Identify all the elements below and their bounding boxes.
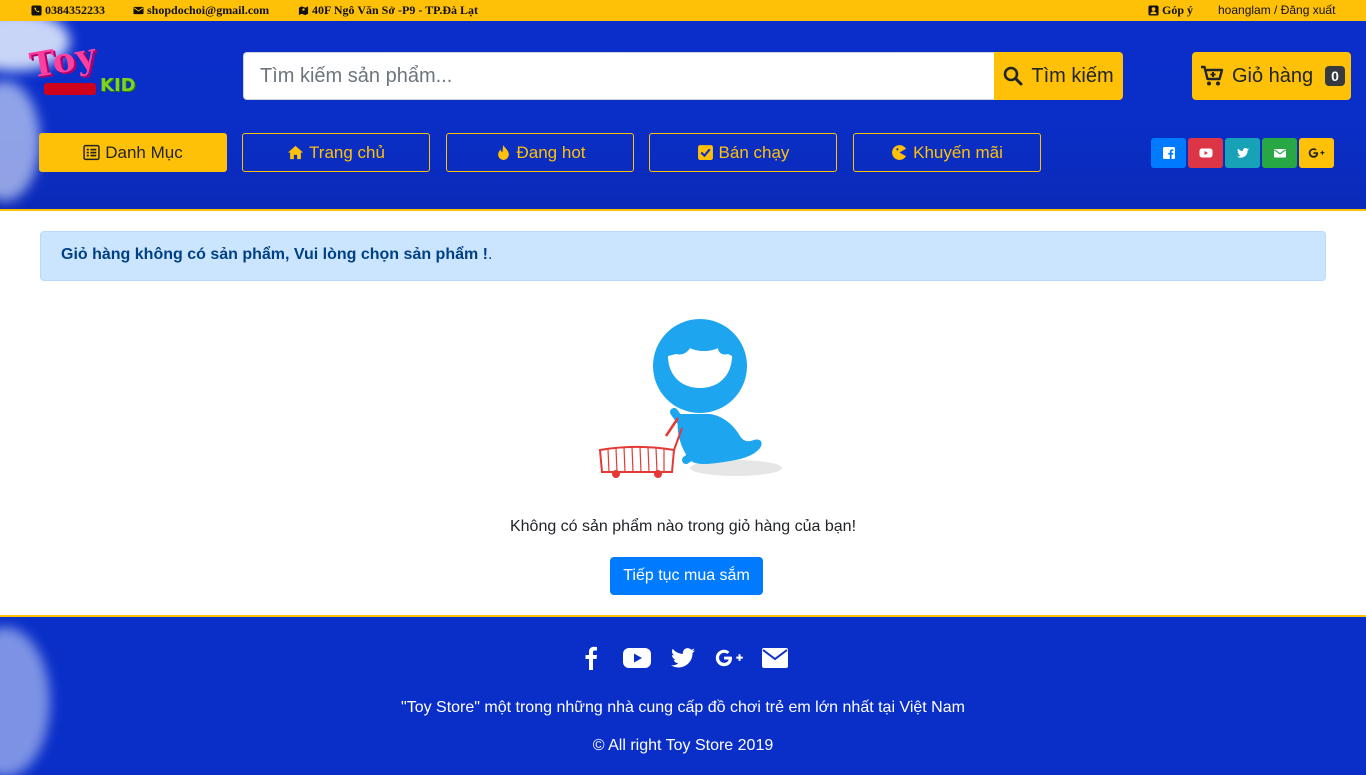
site-header: Toy KID Tìm kiếm Giỏ hàng 0 Danh Mục Tra… bbox=[0, 21, 1366, 211]
email-info: shopdochoi@gmail.com bbox=[133, 3, 269, 18]
cart-icon bbox=[1201, 65, 1224, 86]
pacman-promo-icon bbox=[892, 145, 908, 160]
check-square-icon bbox=[697, 145, 713, 160]
search-icon bbox=[1004, 66, 1023, 86]
feedback-text: Góp ý bbox=[1162, 3, 1194, 17]
cart-button[interactable]: Giỏ hàng 0 bbox=[1192, 52, 1351, 100]
envelope-icon bbox=[1273, 149, 1286, 158]
nav-home[interactable]: Trang chủ bbox=[242, 133, 430, 172]
nav-bestseller-label: Bán chạy bbox=[718, 142, 790, 162]
footer-youtube-link[interactable] bbox=[623, 644, 651, 672]
feedback-link[interactable]: Góp ý bbox=[1148, 3, 1193, 18]
twitter-icon bbox=[671, 648, 695, 668]
logo-text-toy: Toy bbox=[27, 35, 100, 87]
youtube-icon bbox=[623, 648, 651, 668]
facebook-icon bbox=[585, 646, 597, 670]
site-logo[interactable]: Toy KID bbox=[27, 36, 150, 103]
home-icon bbox=[287, 145, 304, 160]
nav-promo[interactable]: Khuyến mãi bbox=[853, 133, 1041, 172]
google-plus-icon bbox=[715, 649, 743, 667]
account-text: hoanglam / Đăng xuất bbox=[1218, 3, 1336, 17]
footer-twitter-link[interactable] bbox=[669, 644, 697, 672]
phone-text: 0384352233 bbox=[45, 3, 105, 17]
alert-message: Giỏ hàng không có sản phẩm, Vui lòng chọ… bbox=[61, 246, 488, 263]
search-input[interactable] bbox=[243, 52, 994, 100]
empty-cart-alert: Giỏ hàng không có sản phẩm, Vui lòng chọ… bbox=[40, 231, 1326, 281]
map-icon bbox=[298, 6, 309, 16]
footer-google-link[interactable] bbox=[715, 644, 743, 672]
footer-copyright: © All right Toy Store 2019 bbox=[592, 737, 774, 754]
social-twitter-button[interactable] bbox=[1225, 138, 1260, 168]
search-bar: Tìm kiếm bbox=[243, 52, 1123, 100]
search-button-label: Tìm kiếm bbox=[1031, 64, 1114, 87]
empty-cart-message: Không có sản phẩm nào trong giỏ hàng của… bbox=[509, 518, 857, 535]
nav-category-label: Danh Mục bbox=[105, 142, 183, 162]
site-footer: "Toy Store" một trong những nhà cung cấp… bbox=[0, 615, 1366, 775]
user-box-icon bbox=[1148, 5, 1159, 16]
facebook-icon bbox=[1162, 147, 1175, 159]
youtube-icon bbox=[1199, 148, 1212, 158]
empty-cart-illustration bbox=[598, 319, 782, 478]
footer-social-icons bbox=[0, 644, 1366, 672]
footer-facebook-link[interactable] bbox=[577, 644, 605, 672]
social-facebook-button[interactable] bbox=[1151, 138, 1186, 168]
envelope-icon bbox=[133, 6, 144, 15]
twitter-icon bbox=[1236, 148, 1249, 158]
email-text: shopdochoi@gmail.com bbox=[147, 3, 270, 17]
cart-label: Giỏ hàng bbox=[1232, 64, 1314, 87]
nav-bestseller[interactable]: Bán chạy bbox=[649, 133, 837, 172]
train-icon bbox=[44, 83, 96, 95]
address-info: 40F Ngô Văn Sở -P9 - TP.Đà Lạt bbox=[298, 3, 478, 18]
social-email-button[interactable] bbox=[1262, 138, 1297, 168]
footer-tagline: "Toy Store" một trong những nhà cung cấp… bbox=[401, 699, 965, 716]
top-info-bar: 0384352233 shopdochoi@gmail.com 40F Ngô … bbox=[0, 0, 1366, 21]
alert-tail: . bbox=[487, 246, 493, 263]
fire-icon bbox=[497, 145, 509, 160]
envelope-icon bbox=[762, 648, 788, 668]
account-link[interactable]: hoanglam / Đăng xuất bbox=[1218, 3, 1335, 17]
phone-info: 0384352233 bbox=[31, 3, 105, 18]
list-icon bbox=[83, 144, 100, 161]
nav-home-label: Trang chủ bbox=[309, 142, 385, 162]
cart-count-badge: 0 bbox=[1325, 66, 1345, 86]
continue-shopping-button[interactable]: Tiếp tục mua sắm bbox=[610, 557, 763, 595]
nav-hot-label: Đang hot bbox=[516, 142, 586, 162]
nav-hot[interactable]: Đang hot bbox=[446, 133, 634, 172]
address-text: 40F Ngô Văn Sở -P9 - TP.Đà Lạt bbox=[312, 3, 478, 17]
nav-promo-label: Khuyến mãi bbox=[913, 142, 1003, 162]
search-button[interactable]: Tìm kiếm bbox=[994, 52, 1123, 100]
logo-text-kid: KID bbox=[100, 75, 136, 96]
social-youtube-button[interactable] bbox=[1188, 138, 1223, 168]
social-google-button[interactable] bbox=[1299, 138, 1334, 168]
phone-icon bbox=[31, 5, 42, 16]
footer-email-link[interactable] bbox=[761, 644, 789, 672]
nav-category[interactable]: Danh Mục bbox=[39, 133, 227, 172]
google-plus-icon bbox=[1308, 148, 1324, 158]
